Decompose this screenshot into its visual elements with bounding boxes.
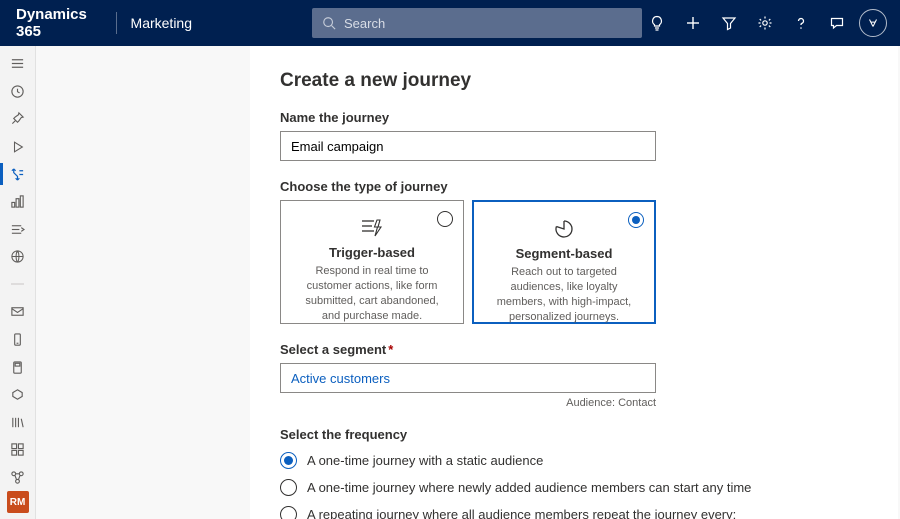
app-shell: RM Create a new journey Name the journey…: [0, 46, 900, 519]
journey-type-card-trigger[interactable]: Trigger-based Respond in real time to cu…: [280, 200, 464, 324]
card-title: Segment-based: [488, 246, 640, 261]
filter-icon[interactable]: [714, 8, 744, 38]
segment-icon: [488, 218, 640, 240]
analytics-icon[interactable]: [0, 188, 36, 216]
search-input[interactable]: [344, 16, 632, 31]
play-icon[interactable]: [0, 133, 36, 161]
create-journey-panel: Create a new journey Name the journey Ch…: [250, 46, 898, 519]
panel-title: Create a new journey: [280, 70, 868, 92]
lightbulb-icon[interactable]: [642, 8, 672, 38]
sms-icon[interactable]: [0, 326, 36, 354]
card-description: Reach out to targeted audiences, like lo…: [488, 265, 640, 324]
brand-product: Dynamics 365: [16, 6, 116, 40]
frequency-option-repeating[interactable]: A repeating journey where all audience m…: [280, 506, 868, 519]
push-icon[interactable]: [0, 353, 36, 381]
global-search[interactable]: [312, 8, 642, 38]
journeys-icon[interactable]: [0, 160, 36, 188]
radio-icon: [280, 506, 297, 519]
trigger-icon: [295, 217, 449, 239]
card-description: Respond in real time to customer actions…: [295, 264, 449, 323]
settings-icon[interactable]: [750, 8, 780, 38]
recent-icon[interactable]: [0, 78, 36, 106]
journey-type-card-segment[interactable]: Segment-based Reach out to targeted audi…: [472, 200, 656, 324]
global-header: Dynamics 365 Marketing: [0, 0, 900, 46]
library-icon[interactable]: [0, 409, 36, 437]
hamburger-icon[interactable]: [0, 50, 36, 78]
frequency-option-ongoing[interactable]: A one-time journey where newly added aud…: [280, 479, 868, 496]
help-icon[interactable]: [786, 8, 816, 38]
connectors-icon[interactable]: [0, 464, 36, 492]
segment-input[interactable]: [280, 363, 656, 393]
triggers-icon[interactable]: [0, 215, 36, 243]
pin-icon[interactable]: [0, 105, 36, 133]
search-icon: [322, 16, 336, 30]
global-icon[interactable]: [0, 243, 36, 271]
radio-label: A one-time journey with a static audienc…: [307, 453, 543, 468]
name-label: Name the journey: [280, 110, 868, 125]
user-avatar[interactable]: [858, 8, 888, 38]
templates-icon[interactable]: [0, 436, 36, 464]
segment-label: Select a segment*: [280, 342, 868, 357]
header-commands: [642, 8, 888, 38]
frequency-option-static[interactable]: A one-time journey with a static audienc…: [280, 452, 868, 469]
radio-icon: [280, 452, 297, 469]
radio-icon: [280, 479, 297, 496]
app-name: Marketing: [131, 15, 192, 31]
add-icon[interactable]: [678, 8, 708, 38]
email-icon[interactable]: [0, 298, 36, 326]
radio-label: A one-time journey where newly added aud…: [307, 480, 751, 495]
forms-icon[interactable]: [0, 381, 36, 409]
left-nav-rail: RM: [0, 46, 36, 519]
main-canvas: Create a new journey Name the journey Ch…: [36, 46, 900, 519]
area-badge[interactable]: RM: [7, 491, 29, 513]
journey-name-input[interactable]: [280, 131, 656, 161]
radio-label: A repeating journey where all audience m…: [307, 507, 736, 519]
radio-icon: [437, 211, 453, 227]
type-label: Choose the type of journey: [280, 179, 868, 194]
chat-icon[interactable]: [822, 8, 852, 38]
brand-separator: [116, 12, 117, 34]
card-title: Trigger-based: [295, 245, 449, 260]
divider-icon: [0, 271, 36, 299]
frequency-label: Select the frequency: [280, 427, 868, 442]
radio-icon: [628, 212, 644, 228]
audience-meta: Audience: Contact: [280, 397, 656, 409]
